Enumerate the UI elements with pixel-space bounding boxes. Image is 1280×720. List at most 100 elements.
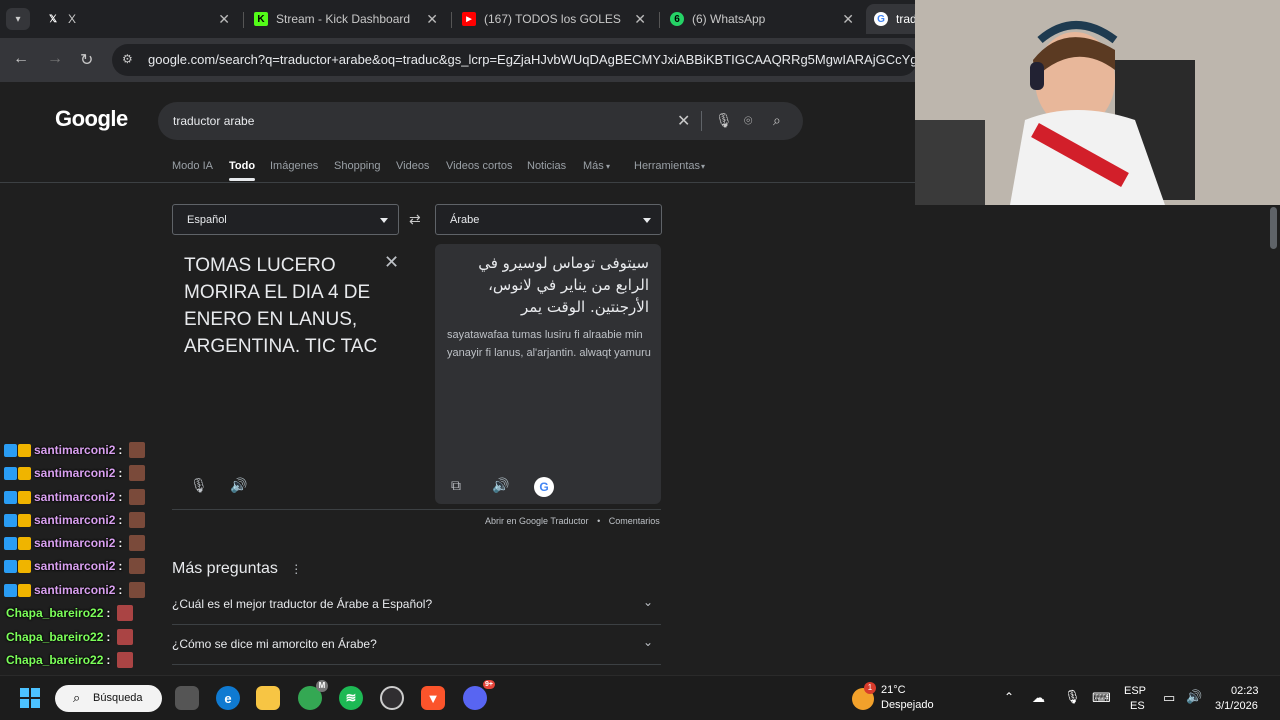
tab-youtube[interactable]: ▶ (167) TODOS los GOLES de R ✕	[454, 4, 654, 34]
source-text-area[interactable]: TOMAS LUCERO MORIRA EL DIA 4 DE ENERO EN…	[172, 244, 412, 504]
source-text[interactable]: TOMAS LUCERO MORIRA EL DIA 4 DE ENERO EN…	[184, 252, 384, 360]
task-view-icon[interactable]	[175, 686, 199, 710]
microphone-icon[interactable]: 🎙	[715, 112, 733, 129]
chrome-browser-icon[interactable]: M	[298, 680, 328, 710]
chat-message: Chapa_bareiro22:	[4, 649, 134, 671]
close-tab-icon[interactable]: ✕	[426, 11, 438, 28]
show-hidden-icons-chevron-icon[interactable]: ⌃	[1004, 690, 1014, 704]
chat-username[interactable]: santimarconi2	[34, 536, 115, 550]
taskbar-search[interactable]: ⌕ Búsqueda	[55, 685, 162, 712]
address-bar[interactable]: ⚙ google.com/search?q=traductor+arabe&oq…	[112, 44, 917, 76]
search-icon[interactable]: ⌕	[773, 112, 781, 129]
copy-icon[interactable]: ⧉	[451, 477, 461, 494]
filter-videos-cortos[interactable]: Videos cortos	[446, 160, 512, 172]
clear-search-icon[interactable]: ✕	[677, 111, 690, 131]
tab-kick[interactable]: K Stream - Kick Dashboard ✕	[246, 4, 446, 34]
filter-imagenes[interactable]: Imágenes	[270, 160, 318, 172]
link-separator: •	[597, 516, 601, 526]
swap-languages-icon[interactable]: ⇄	[409, 211, 421, 228]
chat-username[interactable]: Chapa_bareiro22	[6, 606, 103, 620]
chat-message: santimarconi2:	[4, 462, 146, 484]
file-explorer-icon[interactable]	[256, 686, 280, 710]
chat-username[interactable]: santimarconi2	[34, 583, 115, 597]
emote-image	[129, 535, 146, 551]
source-language-select[interactable]: Español	[172, 204, 399, 235]
network-display-icon[interactable]: ▭	[1163, 690, 1175, 706]
chat-username[interactable]: santimarconi2	[34, 466, 115, 480]
chat-separator: :	[118, 490, 123, 504]
chat-username[interactable]: Chapa_bareiro22	[6, 653, 103, 667]
microphone-icon[interactable]: 🎙	[190, 477, 208, 494]
speaker-icon[interactable]: 🔊	[492, 477, 509, 494]
search-box[interactable]: traductor arabe ✕ 🎙 ⌾ ⌕	[158, 102, 803, 140]
caret-down-icon	[643, 218, 651, 223]
volume-icon[interactable]: 🔊	[1186, 689, 1202, 705]
question-item[interactable]: ¿Cómo se dice mi amorcito en Árabe? ⌄	[172, 625, 661, 665]
filter-noticias[interactable]: Noticias	[527, 160, 566, 172]
discord-icon[interactable]: 9+	[463, 680, 495, 710]
chat-username[interactable]: Chapa_bareiro22	[6, 630, 103, 644]
chat-separator: :	[118, 443, 123, 457]
microphone-tray-icon[interactable]: 🎙	[1064, 689, 1081, 705]
url-text: google.com/search?q=traductor+arabe&oq=t…	[148, 52, 917, 67]
close-tab-icon[interactable]: ✕	[634, 11, 646, 28]
emote-image	[129, 512, 146, 528]
weather-desc: Despejado	[881, 699, 934, 711]
google-g-icon[interactable]: G	[534, 477, 554, 497]
filter-videos[interactable]: Videos	[396, 160, 429, 172]
crown-badge-icon	[18, 490, 31, 504]
obs-studio-icon[interactable]	[380, 686, 404, 710]
language-indicator-top[interactable]: ESP	[1124, 685, 1146, 697]
start-button-windows-icon[interactable]	[20, 688, 40, 708]
question-item[interactable]: ¿Cuál es el mejor traductor de Árabe a E…	[172, 585, 661, 625]
speaker-icon[interactable]: 🔊	[230, 477, 247, 494]
google-logo[interactable]: Google	[55, 106, 128, 132]
clock-date[interactable]: 3/1/2026	[1215, 700, 1258, 712]
chat-username[interactable]: santimarconi2	[34, 559, 115, 573]
feedback-link[interactable]: Comentarios	[609, 516, 660, 526]
clear-text-icon[interactable]: ✕	[384, 252, 399, 273]
brave-browser-icon[interactable]: ▼	[421, 686, 445, 710]
filter-modo-ia[interactable]: Modo IA	[172, 160, 213, 172]
scrollbar-thumb[interactable]	[1270, 207, 1277, 249]
chat-separator: :	[118, 513, 123, 527]
filter-herramientas[interactable]: Herramientas	[634, 160, 700, 172]
divider	[701, 111, 702, 131]
back-arrow-icon[interactable]: ←	[13, 50, 29, 68]
divider	[172, 509, 661, 510]
tab-search-menu-button[interactable]: ▾	[6, 8, 30, 30]
language-indicator-bottom[interactable]: ES	[1130, 700, 1145, 712]
filter-todo[interactable]: Todo	[229, 160, 256, 181]
windows-taskbar: ⌕ Búsqueda e M ≋ ▼ 9+ 1 21°C Despejado ⌃…	[0, 675, 1280, 720]
whatsapp-logo-icon: 6	[670, 12, 684, 26]
chat-message: santimarconi2:	[4, 579, 146, 601]
filter-shopping[interactable]: Shopping	[334, 160, 381, 172]
site-info-icon[interactable]: ⚙	[122, 52, 133, 66]
clock-time[interactable]: 02:23	[1231, 685, 1259, 697]
close-tab-icon[interactable]: ✕	[218, 11, 230, 28]
search-query[interactable]: traductor arabe	[173, 114, 254, 128]
keyboard-icon[interactable]: ⌨	[1092, 690, 1111, 706]
target-language-select[interactable]: Árabe	[435, 204, 662, 235]
more-options-icon[interactable]: ⋮	[290, 562, 302, 576]
chat-username[interactable]: santimarconi2	[34, 490, 115, 504]
edge-browser-icon[interactable]: e	[216, 686, 240, 710]
tab-title: Stream - Kick Dashboard	[276, 12, 411, 26]
close-tab-icon[interactable]: ✕	[842, 11, 854, 28]
reload-icon[interactable]: ↻	[80, 50, 93, 70]
chevron-down-icon: ▾	[701, 162, 706, 171]
chat-username[interactable]: santimarconi2	[34, 513, 115, 527]
forward-arrow-icon[interactable]: →	[47, 50, 63, 68]
filter-mas[interactable]: Más	[583, 160, 604, 172]
crown-badge-icon	[18, 559, 31, 573]
open-in-translate-link[interactable]: Abrir en Google Traductor	[485, 516, 589, 526]
tab-x[interactable]: 𝕏 X ✕	[38, 4, 238, 34]
page-scrollbar[interactable]	[1267, 205, 1280, 675]
tab-whatsapp[interactable]: 6 (6) WhatsApp ✕	[662, 4, 862, 34]
onedrive-cloud-icon[interactable]: ☁	[1032, 690, 1045, 706]
chat-username[interactable]: santimarconi2	[34, 443, 115, 457]
weather-temp: 21°C	[881, 684, 906, 696]
spotify-icon[interactable]: ≋	[339, 686, 363, 710]
weather-widget[interactable]: 1 21°C Despejado	[852, 682, 942, 714]
lens-camera-icon[interactable]: ⌾	[744, 112, 752, 129]
